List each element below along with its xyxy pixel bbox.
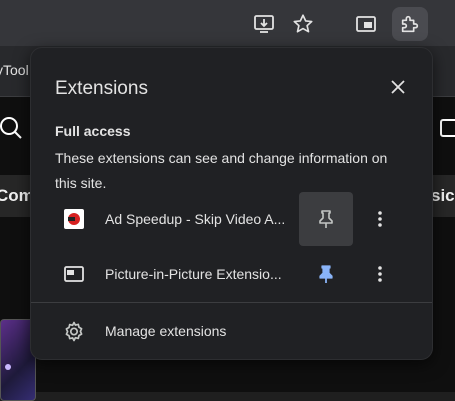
more-vert-icon: [378, 211, 382, 227]
divider: [31, 302, 432, 303]
manage-extensions-label: Manage extensions: [105, 323, 227, 339]
more-vert-icon: [378, 266, 382, 282]
popup-title: Extensions: [55, 78, 148, 99]
category-chip: sic: [431, 186, 455, 205]
extension-row-picture-in-picture[interactable]: Picture-in-Picture Extensio...: [31, 247, 434, 301]
close-icon: [391, 80, 405, 94]
ad-speedup-icon: [64, 209, 84, 229]
full-access-description: These extensions can see and change info…: [55, 150, 388, 191]
full-access-heading: Full access: [55, 123, 131, 139]
extension-row-ad-speedup[interactable]: Ad Speedup - Skip Video A...: [31, 192, 434, 246]
more-options-button[interactable]: [367, 206, 393, 232]
install-app-icon: [254, 15, 274, 33]
browser-toolbar: [0, 0, 455, 46]
extension-name: Ad Speedup - Skip Video A...: [105, 211, 286, 227]
extensions-popup: Extensions Full access These extensions …: [30, 47, 433, 360]
picture-in-picture-toolbar-button[interactable]: [351, 9, 381, 39]
unpin-button[interactable]: [299, 247, 353, 301]
close-button[interactable]: [387, 76, 409, 98]
bookmark-star-button[interactable]: [288, 9, 318, 39]
create-icon: [440, 119, 455, 137]
star-icon: [293, 14, 313, 33]
picture-in-picture-icon: [64, 266, 84, 282]
bookmark-item[interactable]: yTool: [0, 62, 29, 78]
extension-name: Picture-in-Picture Extensio...: [105, 266, 282, 282]
gear-icon: [65, 321, 83, 342]
more-options-button[interactable]: [367, 261, 393, 287]
pin-outline-icon: [319, 210, 333, 228]
picture-in-picture-icon: [356, 16, 376, 32]
install-app-button[interactable]: [249, 9, 279, 39]
search-icon: [0, 117, 22, 139]
manage-extensions-button[interactable]: Manage extensions: [31, 310, 432, 354]
pin-filled-icon: [319, 265, 333, 283]
extensions-button[interactable]: [392, 7, 428, 41]
pin-button[interactable]: [299, 192, 353, 246]
puzzle-icon: [401, 15, 419, 33]
